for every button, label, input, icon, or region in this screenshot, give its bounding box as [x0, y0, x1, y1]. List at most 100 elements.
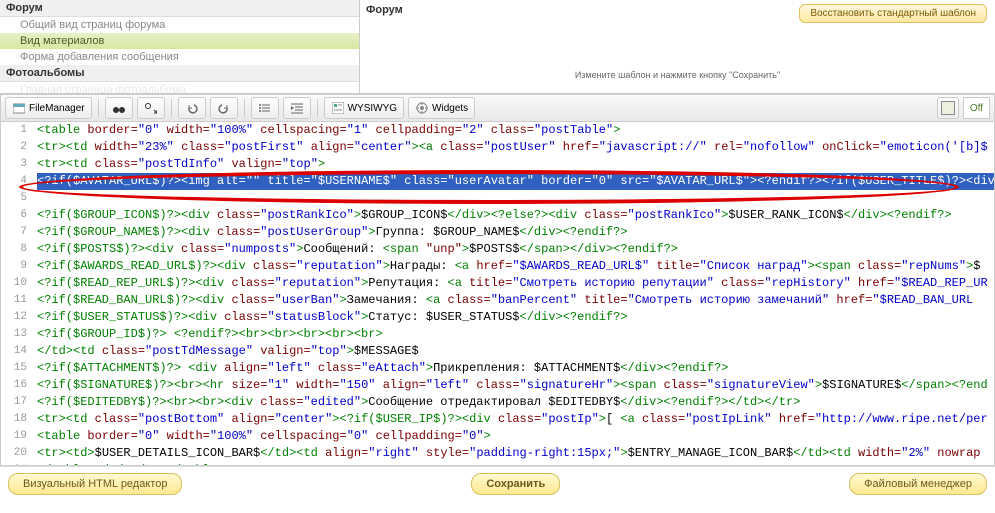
line-number: 8	[1, 241, 37, 258]
code-editor[interactable]: 1<table border="0" width="100%" cellspac…	[0, 122, 995, 466]
undo-button[interactable]	[178, 97, 206, 119]
line-content[interactable]: <?if($AVATAR_URL$)?><img alt="" title="$…	[37, 173, 994, 190]
code-line[interactable]: 18<tr><td class="postBottom" align="cent…	[1, 411, 994, 428]
visual-editor-button[interactable]: Визуальный HTML редактор	[8, 473, 182, 495]
tree-item-materials-view[interactable]: Вид материалов	[0, 33, 359, 49]
line-content[interactable]: <?if($READ_BAN_URL$)?><div class="userBa…	[37, 292, 994, 309]
indent-icon	[290, 101, 304, 115]
line-number: 14	[1, 343, 37, 360]
template-info: Форум Восстановить стандартный шаблон Из…	[360, 0, 995, 93]
redo-button[interactable]	[210, 97, 238, 119]
code-line[interactable]: 19<table border="0" width="100%" cellspa…	[1, 428, 994, 445]
tree-item-forum-view[interactable]: Общий вид страниц форума	[0, 17, 359, 33]
code-line[interactable]: 5	[1, 190, 994, 207]
bottom-bar: Визуальный HTML редактор Сохранить Файло…	[0, 466, 995, 501]
line-number: 16	[1, 377, 37, 394]
section-forum: Форум	[0, 0, 359, 17]
line-content[interactable]: <tr><td>$USER_DETAILS_ICON_BAR$</td><td …	[37, 445, 994, 462]
replace-icon	[144, 101, 158, 115]
line-number: 21	[1, 462, 37, 466]
code-line[interactable]: 11<?if($READ_BAN_URL$)?><div class="user…	[1, 292, 994, 309]
line-number: 15	[1, 360, 37, 377]
highlight-icon	[941, 101, 955, 115]
line-content[interactable]: <table border="0" width="100%" cellspaci…	[37, 428, 994, 445]
file-manager-button[interactable]: Файловый менеджер	[849, 473, 987, 495]
template-tree: Форум Общий вид страниц форума Вид матер…	[0, 0, 360, 93]
undo-icon	[185, 101, 199, 115]
restore-default-button[interactable]: Восстановить стандартный шаблон	[799, 4, 987, 23]
line-content[interactable]: <?if($GROUP_ICON$)?><div class="postRank…	[37, 207, 994, 224]
tree-item-photo-main[interactable]: Главная страница фотоальбома	[0, 82, 359, 93]
line-content[interactable]: <?if($POSTS$)?><div class="numposts">Соо…	[37, 241, 994, 258]
line-content[interactable]: <?if($EDITEDBY$)?><br><br><div class="ed…	[37, 394, 994, 411]
line-content[interactable]: <?if($SIGNATURE$)?><br><hr size="1" widt…	[37, 377, 994, 394]
line-content[interactable]: <tr><td width="23%" class="postFirst" al…	[37, 139, 994, 156]
code-line[interactable]: 17<?if($EDITEDBY$)?><br><br><div class="…	[1, 394, 994, 411]
binoculars-icon	[112, 101, 126, 115]
line-number: 7	[1, 224, 37, 241]
widgets-button[interactable]: Widgets	[408, 97, 475, 119]
section-photoalbums: Фотоальбомы	[0, 65, 359, 82]
indent-button[interactable]	[283, 97, 311, 119]
line-number: 6	[1, 207, 37, 224]
line-number: 20	[1, 445, 37, 462]
highlight-toggle-button[interactable]	[937, 97, 959, 119]
edit-hint: Измените шаблон и нажмите кнопку "Сохран…	[366, 70, 989, 80]
save-button[interactable]: Сохранить	[471, 473, 560, 495]
line-number: 4	[1, 173, 37, 190]
code-line[interactable]: 4<?if($AVATAR_URL$)?><img alt="" title="…	[1, 173, 994, 190]
code-line[interactable]: 8<?if($POSTS$)?><div class="numposts">Со…	[1, 241, 994, 258]
filemanager-button[interactable]: FileManager	[5, 97, 92, 119]
list-button[interactable]	[251, 97, 279, 119]
line-number: 13	[1, 326, 37, 343]
code-line[interactable]: 7<?if($GROUP_NAME$)?><div class="postUse…	[1, 224, 994, 241]
line-content[interactable]: <table border="0" width="100%" cellspaci…	[37, 122, 994, 139]
code-line[interactable]: 3<tr><td class="postTdInfo" valign="top"…	[1, 156, 994, 173]
line-content[interactable]: <?if($GROUP_ID$)?> <?endif?><br><br><br>…	[37, 326, 994, 343]
line-number: 9	[1, 258, 37, 275]
code-line[interactable]: 10<?if($READ_REP_URL$)?><div class="repu…	[1, 275, 994, 292]
line-content[interactable]: </table></td></tr></table>	[37, 462, 994, 466]
line-content[interactable]: <tr><td class="postTdInfo" valign="top">	[37, 156, 994, 173]
line-content[interactable]: </td><td class="postTdMessage" valign="t…	[37, 343, 994, 360]
code-line[interactable]: 16<?if($SIGNATURE$)?><br><hr size="1" wi…	[1, 377, 994, 394]
code-line[interactable]: 1<table border="0" width="100%" cellspac…	[1, 122, 994, 139]
wysiwyg-label: WYSIWYG	[348, 103, 397, 114]
line-number: 5	[1, 190, 37, 207]
line-number: 19	[1, 428, 37, 445]
replace-button[interactable]	[137, 97, 165, 119]
code-line[interactable]: 20<tr><td>$USER_DETAILS_ICON_BAR$</td><t…	[1, 445, 994, 462]
line-number: 17	[1, 394, 37, 411]
tree-item-add-msg-form[interactable]: Форма добавления сообщения	[0, 49, 359, 65]
line-number: 3	[1, 156, 37, 173]
code-line[interactable]: 15<?if($ATTACHMENT$)?> <div align="left"…	[1, 360, 994, 377]
line-number: 10	[1, 275, 37, 292]
line-number: 18	[1, 411, 37, 428]
redo-icon	[217, 101, 231, 115]
filemanager-icon	[12, 101, 26, 115]
code-line[interactable]: 21</table></td></tr></table>	[1, 462, 994, 466]
filemanager-label: FileManager	[29, 103, 85, 114]
off-button[interactable]: Off	[963, 97, 990, 119]
line-content[interactable]: <?if($AWARDS_READ_URL$)?><div class="rep…	[37, 258, 994, 275]
wysiwyg-button[interactable]: WYSIWYG	[324, 97, 404, 119]
list-icon	[258, 101, 272, 115]
code-line[interactable]: 6<?if($GROUP_ICON$)?><div class="postRan…	[1, 207, 994, 224]
line-number: 12	[1, 309, 37, 326]
line-number: 11	[1, 292, 37, 309]
widgets-label: Widgets	[432, 103, 468, 114]
code-line[interactable]: 2<tr><td width="23%" class="postFirst" a…	[1, 139, 994, 156]
widgets-icon	[415, 101, 429, 115]
code-line[interactable]: 12<?if($USER_STATUS$)?><div class="statu…	[1, 309, 994, 326]
line-number: 2	[1, 139, 37, 156]
find-button[interactable]	[105, 97, 133, 119]
line-content[interactable]: <?if($READ_REP_URL$)?><div class="reputa…	[37, 275, 994, 292]
line-content[interactable]	[37, 190, 994, 207]
line-content[interactable]: <?if($ATTACHMENT$)?> <div align="left" c…	[37, 360, 994, 377]
code-line[interactable]: 9<?if($AWARDS_READ_URL$)?><div class="re…	[1, 258, 994, 275]
line-content[interactable]: <?if($GROUP_NAME$)?><div class="postUser…	[37, 224, 994, 241]
code-line[interactable]: 13<?if($GROUP_ID$)?> <?endif?><br><br><b…	[1, 326, 994, 343]
line-content[interactable]: <tr><td class="postBottom" align="center…	[37, 411, 994, 428]
line-content[interactable]: <?if($USER_STATUS$)?><div class="statusB…	[37, 309, 994, 326]
code-line[interactable]: 14</td><td class="postTdMessage" valign=…	[1, 343, 994, 360]
